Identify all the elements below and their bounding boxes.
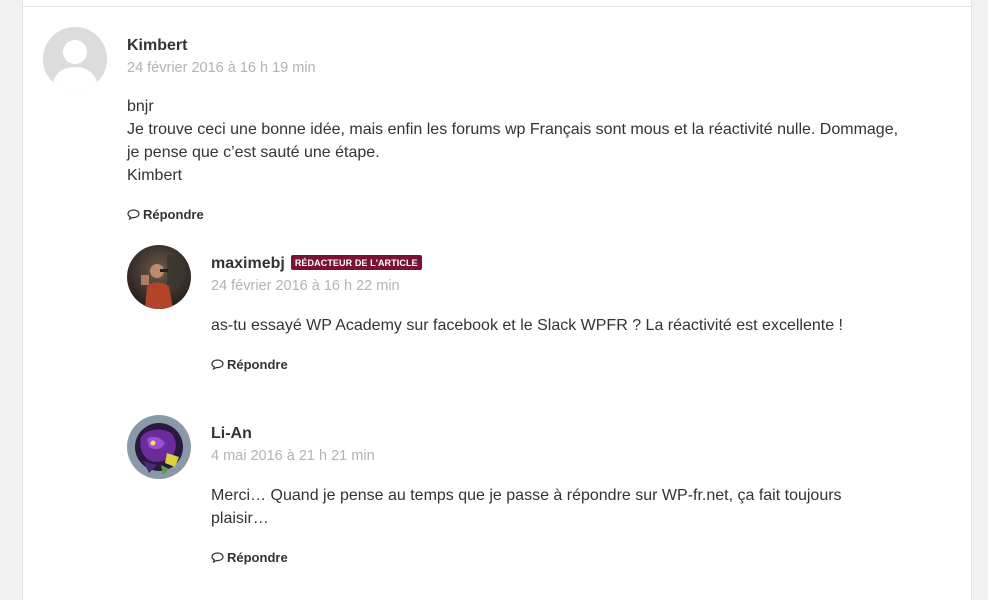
comment-text-line: as-tu essayé WP Academy sur facebook et … [211, 317, 843, 334]
comment-text: bnjr Je trouve ceci une bonne idée, mais… [127, 95, 957, 187]
comments-section: Kimbert 24 février 2016 à 16 h 19 min bn… [22, 0, 972, 600]
reply-button[interactable]: Répondre [211, 550, 288, 565]
reply-label: Répondre [227, 550, 288, 565]
speech-bubble-icon [211, 359, 224, 371]
reply-label: Répondre [227, 357, 288, 372]
illustrated-avatar-icon [127, 415, 191, 479]
avatar[interactable] [127, 415, 191, 479]
avatar[interactable] [127, 245, 191, 309]
comment-text-line: bnjr [127, 98, 154, 115]
divider [23, 6, 971, 7]
comment-author[interactable]: maximebj [211, 255, 285, 272]
speech-bubble-icon [127, 209, 140, 221]
comment-date[interactable]: 24 février 2016 à 16 h 19 min [127, 60, 316, 76]
comment-date[interactable]: 24 février 2016 à 16 h 22 min [211, 278, 400, 294]
comment-author[interactable]: Kimbert [127, 37, 187, 54]
comment-text-line: Kimbert [127, 167, 183, 184]
comment-text-line: Merci… Quand je pense au temps que je pa… [211, 487, 842, 504]
avatar[interactable] [43, 27, 107, 91]
default-person-avatar-icon [43, 27, 107, 91]
comment-text: Merci… Quand je pense au temps que je pa… [211, 484, 951, 530]
reply-label: Répondre [143, 207, 204, 222]
comment-text-line: plaisir… [211, 510, 269, 527]
comment-author[interactable]: Li-An [211, 425, 252, 442]
speech-bubble-icon [211, 552, 224, 564]
photo-avatar-icon [127, 245, 191, 309]
reply-button[interactable]: Répondre [127, 207, 204, 222]
comment-text-line: je pense que c’est sauté une étape. [127, 144, 380, 161]
comment-text-line: Je trouve ceci une bonne idée, mais enfi… [127, 121, 899, 138]
comment-text: as-tu essayé WP Academy sur facebook et … [211, 314, 951, 337]
comment-date[interactable]: 4 mai 2016 à 21 h 21 min [211, 448, 375, 464]
author-badge: RÉDACTEUR DE L'ARTICLE [290, 255, 422, 270]
reply-button[interactable]: Répondre [211, 357, 288, 372]
